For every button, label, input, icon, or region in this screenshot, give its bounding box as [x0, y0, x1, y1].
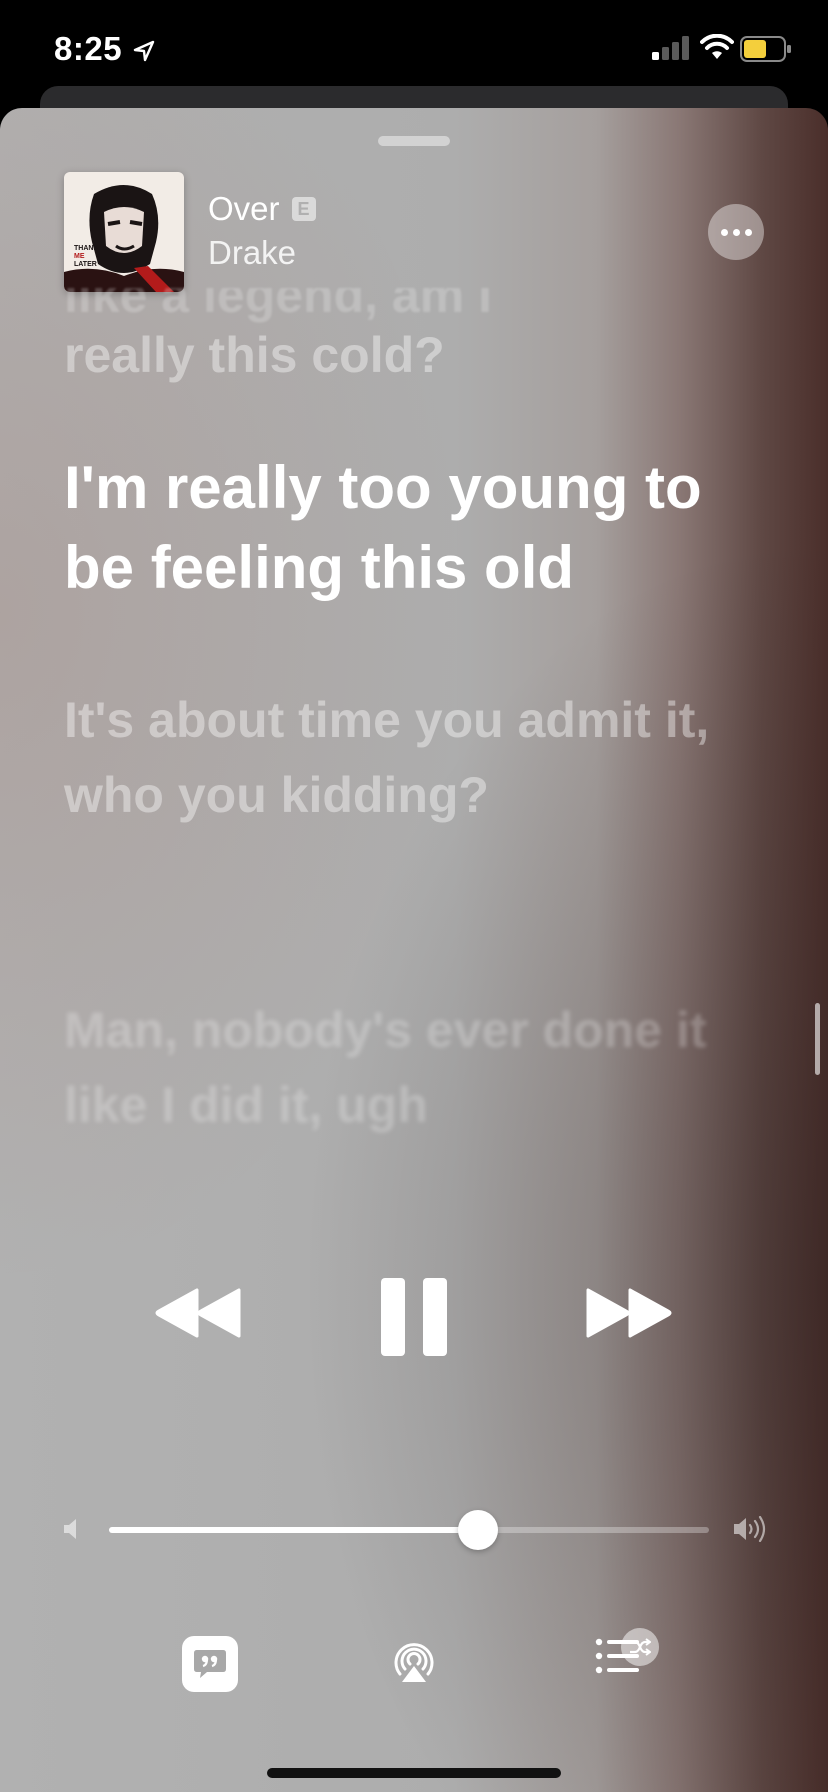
lyric-line-next-2[interactable]: Man, nobody's ever done it like I did it…	[64, 993, 764, 1143]
previous-track-icon[interactable]	[155, 1288, 241, 1338]
status-bar: 8:25	[0, 0, 828, 100]
shuffle-badge	[621, 1628, 659, 1666]
sheet-grabber[interactable]	[378, 136, 450, 146]
album-art: THANK ME LATER	[64, 172, 184, 292]
home-indicator[interactable]	[267, 1768, 561, 1778]
more-dot-icon	[744, 228, 752, 236]
album-art-text-2: ME	[74, 253, 85, 260]
explicit-badge: E	[291, 197, 316, 221]
volume-low-icon	[64, 1519, 76, 1539]
lyric-line-previous[interactable]: really this cold?	[64, 318, 764, 393]
more-dot-icon	[720, 228, 728, 236]
lyrics-toggle-button[interactable]	[182, 1636, 238, 1692]
airplay-icon[interactable]	[390, 1636, 438, 1684]
song-title: Over	[208, 190, 280, 227]
more-dot-icon	[732, 228, 740, 236]
now-playing-sheet: THANK ME LATER Over E Drake like a legen…	[0, 108, 828, 1792]
volume-slider[interactable]	[109, 1510, 709, 1550]
song-title-row: Over E	[208, 190, 316, 228]
lyric-line-current[interactable]: I'm really too young to be feeling this …	[64, 448, 764, 608]
volume-high-icon	[734, 1516, 766, 1542]
scroll-indicator	[815, 1003, 820, 1075]
artist-name[interactable]: Drake	[208, 234, 296, 272]
volume-thumb[interactable]	[458, 1510, 498, 1550]
album-art-text-1: THANK	[74, 245, 99, 252]
lyric-line-next[interactable]: It's about time you admit it, who you ki…	[64, 683, 764, 833]
album-art-text-3: LATER	[74, 261, 97, 268]
shuffle-icon	[630, 1638, 651, 1656]
cellular-signal-icon	[652, 36, 689, 60]
next-track-icon[interactable]	[586, 1288, 672, 1338]
battery-icon	[740, 36, 791, 62]
pause-icon[interactable]	[381, 1278, 447, 1356]
status-time: 8:25	[54, 30, 123, 67]
more-options-button[interactable]	[708, 204, 764, 260]
lyrics-quote-icon	[194, 1650, 226, 1678]
location-arrow-icon	[133, 40, 155, 62]
wifi-icon	[700, 34, 734, 59]
volume-fill	[109, 1527, 478, 1533]
